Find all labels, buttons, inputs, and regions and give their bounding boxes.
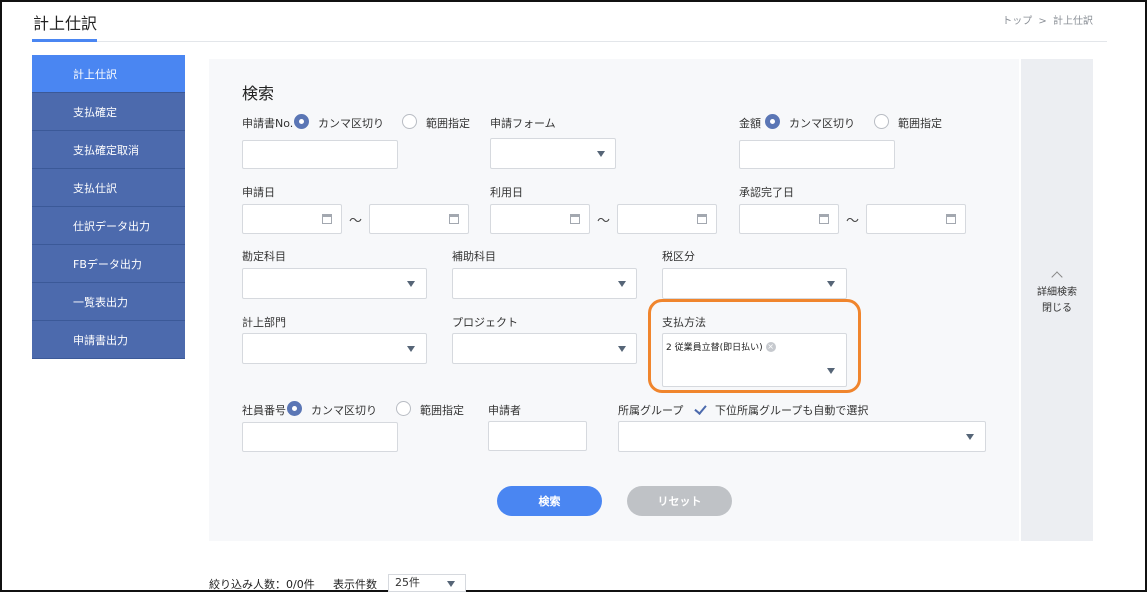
search-title: 検索: [242, 84, 275, 103]
highlight-annotation: [648, 299, 861, 393]
tax-category-select[interactable]: [662, 268, 847, 299]
detail-close-label: 閉じる: [1042, 303, 1072, 314]
usage-date-to[interactable]: [617, 204, 717, 234]
breadcrumb-current: 計上仕訳: [1053, 16, 1093, 27]
account-item-label: 勘定科目: [242, 250, 286, 263]
chevron-down-icon: [966, 434, 974, 440]
applicant-label: 申請者: [488, 404, 521, 417]
reset-button[interactable]: リセット: [627, 486, 732, 516]
chevron-down-icon: [597, 151, 605, 157]
employee-no-comma-label: カンマ区切り: [311, 404, 377, 417]
application-no-comma-label: カンマ区切り: [318, 117, 384, 130]
account-item-select[interactable]: [242, 268, 427, 299]
sidebar: 計上仕訳 支払確定 支払確定取消 支払仕訳 仕訳データ出力 FBデータ出力 一覧…: [32, 55, 185, 359]
chevron-down-icon: [447, 581, 455, 587]
application-form-label: 申請フォーム: [490, 117, 556, 130]
chevron-down-icon: [407, 346, 415, 352]
amount-label: 金額: [739, 117, 761, 130]
approval-date-to[interactable]: [866, 204, 966, 234]
employee-no-range-radio[interactable]: [396, 401, 411, 416]
detail-search-toggle[interactable]: 詳細検索 閉じる: [1021, 271, 1093, 317]
search-panel: [209, 59, 1019, 541]
application-date-from[interactable]: [242, 204, 342, 234]
approval-date-from[interactable]: [739, 204, 839, 234]
applicant-input[interactable]: [488, 421, 587, 451]
usage-date-label: 利用日: [490, 186, 523, 199]
group-select[interactable]: [618, 421, 986, 452]
employee-no-comma-radio[interactable]: [287, 401, 302, 416]
search-button[interactable]: 検索: [497, 486, 602, 516]
date-range-tilde: ～: [846, 214, 860, 229]
project-select[interactable]: [452, 333, 637, 364]
calendar-icon[interactable]: [697, 214, 707, 224]
department-select[interactable]: [242, 333, 427, 364]
display-count-label: 表示件数: [333, 578, 377, 591]
display-count-select[interactable]: 25件: [388, 574, 466, 592]
sidebar-item-application-export[interactable]: 申請書出力: [32, 321, 185, 359]
department-label: 計上部門: [242, 316, 286, 329]
detail-search-panel: 詳細検索 閉じる: [1021, 59, 1093, 541]
chevron-down-icon: [618, 281, 626, 287]
sidebar-item-journal-export[interactable]: 仕訳データ出力: [32, 207, 185, 245]
chevron-up-icon: [1051, 271, 1063, 283]
detail-search-label: 詳細検索: [1037, 287, 1077, 298]
application-no-range-label: 範囲指定: [426, 117, 470, 130]
application-form-select[interactable]: [490, 138, 616, 169]
application-no-comma-radio[interactable]: [294, 114, 309, 129]
project-label: プロジェクト: [452, 316, 518, 329]
sub-account-select[interactable]: [452, 268, 637, 299]
sub-group-checkbox-label: 下位所属グループも自動で選択: [715, 404, 869, 417]
amount-input[interactable]: [739, 140, 895, 169]
sidebar-item-payment-confirm[interactable]: 支払確定: [32, 93, 185, 131]
breadcrumb-separator: >: [1038, 16, 1047, 27]
display-count-value: 25件: [395, 576, 420, 589]
calendar-icon[interactable]: [946, 214, 956, 224]
amount-range-label: 範囲指定: [898, 117, 942, 130]
date-range-tilde: ～: [349, 214, 363, 229]
employee-no-input[interactable]: [242, 422, 398, 452]
application-date-label: 申請日: [242, 186, 275, 199]
filter-count: 絞り込み人数：0/0件: [209, 578, 315, 591]
employee-no-label: 社員番号: [242, 404, 286, 417]
amount-comma-radio[interactable]: [765, 114, 780, 129]
date-range-tilde: ～: [597, 214, 611, 229]
application-no-label: 申請書No.: [242, 117, 294, 130]
page-title: 計上仕訳: [33, 14, 98, 33]
chevron-down-icon: [618, 346, 626, 352]
amount-comma-label: カンマ区切り: [789, 117, 855, 130]
sidebar-item-list-export[interactable]: 一覧表出力: [32, 283, 185, 321]
calendar-icon[interactable]: [819, 214, 829, 224]
tax-category-label: 税区分: [662, 250, 695, 263]
sub-group-checkbox[interactable]: [694, 403, 707, 416]
breadcrumb: トップ > 計上仕訳: [999, 12, 1093, 27]
amount-range-radio[interactable]: [874, 114, 889, 129]
application-date-to[interactable]: [369, 204, 469, 234]
sidebar-item-journal[interactable]: 計上仕訳: [32, 55, 185, 93]
calendar-icon[interactable]: [570, 214, 580, 224]
employee-no-range-label: 範囲指定: [420, 404, 464, 417]
chevron-down-icon: [407, 281, 415, 287]
title-underline: [32, 39, 97, 42]
approval-date-label: 承認完了日: [739, 186, 794, 199]
sub-account-label: 補助科目: [452, 250, 496, 263]
application-no-input[interactable]: [242, 140, 398, 169]
application-no-range-radio[interactable]: [402, 114, 417, 129]
sidebar-item-payment-journal[interactable]: 支払仕訳: [32, 169, 185, 207]
sidebar-item-payment-confirm-cancel[interactable]: 支払確定取消: [32, 131, 185, 169]
calendar-icon[interactable]: [449, 214, 459, 224]
calendar-icon[interactable]: [322, 214, 332, 224]
chevron-down-icon: [827, 281, 835, 287]
sidebar-item-fb-export[interactable]: FBデータ出力: [32, 245, 185, 283]
breadcrumb-top-link[interactable]: トップ: [1002, 16, 1032, 27]
group-label: 所属グループ: [618, 404, 684, 417]
header-divider: [97, 41, 1107, 42]
usage-date-from[interactable]: [490, 204, 590, 234]
